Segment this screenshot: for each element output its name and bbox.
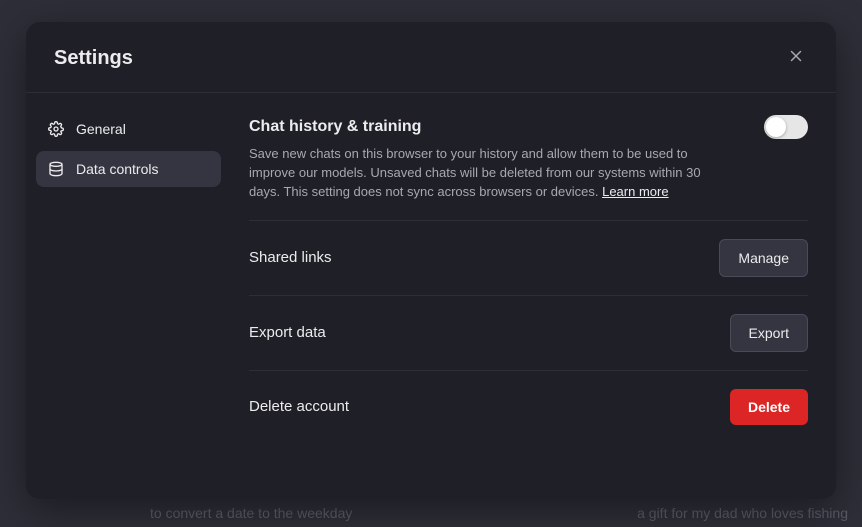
learn-more-link[interactable]: Learn more — [602, 184, 668, 199]
sidebar: General Data controls — [26, 93, 231, 499]
delete-account-section: Delete account Delete — [249, 371, 808, 443]
sidebar-item-general[interactable]: General — [36, 111, 221, 147]
gear-icon — [48, 121, 64, 137]
database-icon — [48, 161, 64, 177]
close-button[interactable] — [780, 42, 812, 74]
settings-content: Chat history & training Save new chats o… — [231, 93, 836, 499]
export-button[interactable]: Export — [730, 314, 808, 352]
chat-history-description: Save new chats on this browser to your h… — [249, 145, 729, 202]
sidebar-item-label: Data controls — [76, 161, 158, 177]
chat-history-title: Chat history & training — [249, 118, 421, 136]
settings-modal: Settings General Data controls — [26, 22, 836, 499]
backdrop-suggestion-right: a gift for my dad who loves fishing — [637, 505, 848, 521]
shared-links-title: Shared links — [249, 249, 332, 266]
delete-account-title: Delete account — [249, 398, 349, 415]
sidebar-item-data-controls[interactable]: Data controls — [36, 151, 221, 187]
modal-title: Settings — [54, 47, 133, 70]
backdrop-suggestion-left: to convert a date to the weekday — [150, 505, 352, 521]
modal-body: General Data controls Chat history & tra… — [26, 93, 836, 499]
chat-history-toggle[interactable] — [764, 115, 808, 139]
modal-header: Settings — [26, 22, 836, 93]
shared-links-section: Shared links Manage — [249, 221, 808, 296]
close-icon — [787, 47, 805, 70]
toggle-knob — [766, 117, 786, 137]
export-data-title: Export data — [249, 324, 326, 341]
export-data-section: Export data Export — [249, 296, 808, 371]
chat-history-section: Chat history & training Save new chats o… — [249, 115, 808, 221]
delete-button[interactable]: Delete — [730, 389, 808, 425]
manage-button[interactable]: Manage — [719, 239, 808, 277]
sidebar-item-label: General — [76, 121, 126, 137]
